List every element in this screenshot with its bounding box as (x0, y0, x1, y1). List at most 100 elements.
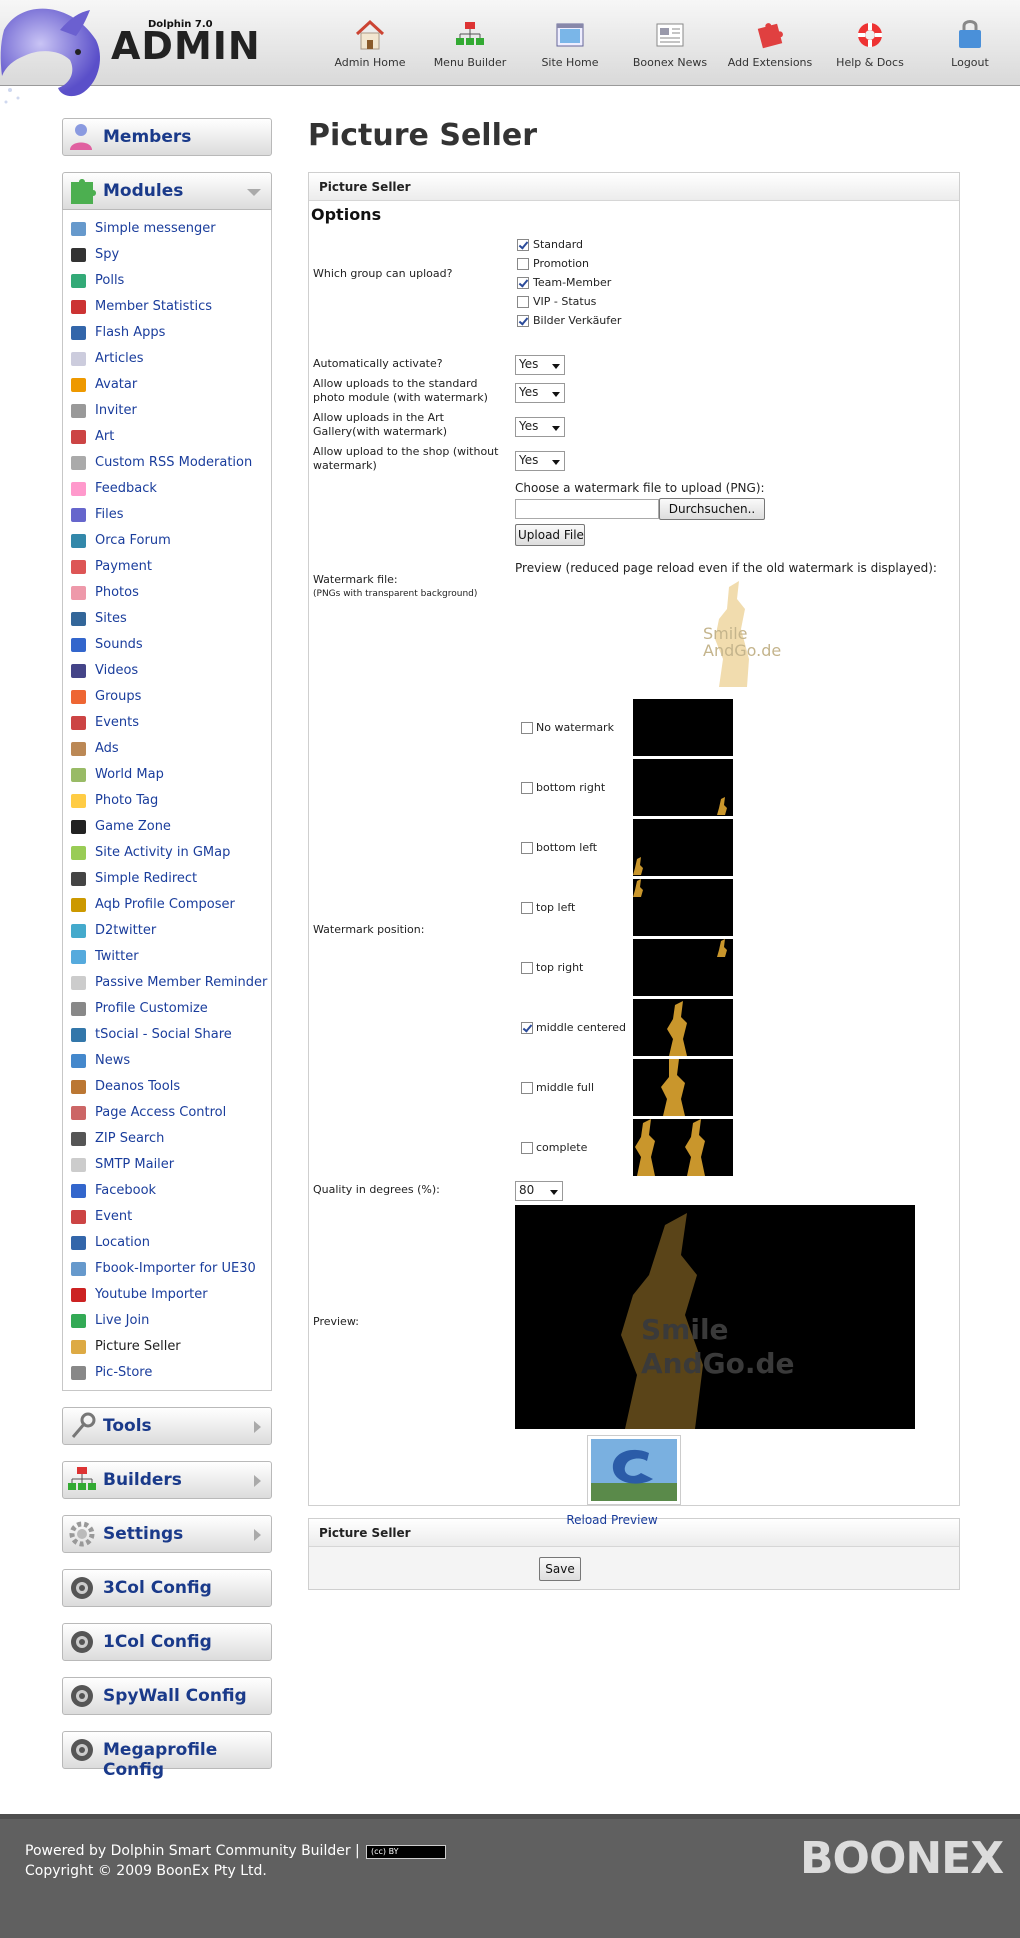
reload-preview-image[interactable] (587, 1435, 681, 1505)
sidebar-megaprofile-config[interactable]: Megaprofile Config (62, 1731, 272, 1780)
nav-help-docs[interactable]: Help & Docs (820, 18, 920, 69)
module-item-youtube-importer[interactable]: Youtube Importer (63, 1282, 271, 1308)
auto-activate-select[interactable]: Yes (515, 355, 565, 375)
sidebar-1col-config[interactable]: 1Col Config (62, 1623, 272, 1661)
module-item-facebook[interactable]: Facebook (63, 1178, 271, 1204)
module-item-photo-tag[interactable]: Photo Tag (63, 788, 271, 814)
module-item-polls[interactable]: Polls (63, 268, 271, 294)
checkbox[interactable] (521, 902, 533, 914)
sidebar-tools[interactable]: Tools (62, 1407, 272, 1445)
module-item-news[interactable]: News (63, 1048, 271, 1074)
group-option-4[interactable]: Bilder Verkäufer (517, 311, 621, 330)
nav-add-extensions[interactable]: Add Extensions (720, 18, 820, 69)
module-item-payment[interactable]: Payment (63, 554, 271, 580)
module-item-profile-customize[interactable]: Profile Customize (63, 996, 271, 1022)
position-choice[interactable]: middle full (521, 1081, 594, 1094)
checkbox[interactable] (521, 722, 533, 734)
upload-file-button[interactable]: Upload File (515, 524, 585, 546)
checkbox[interactable] (517, 315, 529, 327)
module-item-location[interactable]: Location (63, 1230, 271, 1256)
checkbox[interactable] (521, 782, 533, 794)
module-item-art[interactable]: Art (63, 424, 271, 450)
save-button[interactable]: Save (539, 1557, 581, 1581)
position-choice[interactable]: bottom left (521, 841, 597, 854)
module-item-avatar[interactable]: Avatar (63, 372, 271, 398)
checkbox[interactable] (517, 296, 529, 308)
module-item-feedback[interactable]: Feedback (63, 476, 271, 502)
quality-select[interactable]: 80 (515, 1181, 563, 1201)
boonex-logo[interactable]: BOONEX (800, 1833, 1004, 1884)
module-item-live-join[interactable]: Live Join (63, 1308, 271, 1334)
sidebar-builders[interactable]: Builders (62, 1461, 272, 1499)
module-item-sounds[interactable]: Sounds (63, 632, 271, 658)
position-choice[interactable]: bottom right (521, 781, 605, 794)
checkbox[interactable] (517, 258, 529, 270)
module-item-fbook-importer-for-ue30[interactable]: Fbook-Importer for UE30 (63, 1256, 271, 1282)
sidebar-modules-header[interactable]: Modules (62, 172, 272, 210)
checkbox[interactable] (521, 842, 533, 854)
checkbox[interactable] (521, 1082, 533, 1094)
nav-site-home[interactable]: Site Home (520, 18, 620, 69)
module-item-page-access-control[interactable]: Page Access Control (63, 1100, 271, 1126)
module-item-ads[interactable]: Ads (63, 736, 271, 762)
browse-button[interactable]: Durchsuchen.. (659, 498, 765, 520)
module-item-smtp-mailer[interactable]: SMTP Mailer (63, 1152, 271, 1178)
sidebar-spywall-config[interactable]: SpyWall Config (62, 1677, 272, 1715)
module-item-articles[interactable]: Articles (63, 346, 271, 372)
module-item-site-activity-in-gmap[interactable]: Site Activity in GMap (63, 840, 271, 866)
module-item-picture-seller[interactable]: Picture Seller (63, 1334, 271, 1360)
module-item-events[interactable]: Events (63, 710, 271, 736)
position-choice[interactable]: top right (521, 961, 583, 974)
std-photo-select[interactable]: Yes (515, 383, 565, 403)
checkbox[interactable] (517, 239, 529, 251)
module-item-event[interactable]: Event (63, 1204, 271, 1230)
module-item-inviter[interactable]: Inviter (63, 398, 271, 424)
group-option-2[interactable]: Team-Member (517, 273, 611, 292)
group-option-3[interactable]: VIP - Status (517, 292, 596, 311)
nav-menu-builder[interactable]: Menu Builder (420, 18, 520, 69)
module-item-game-zone[interactable]: Game Zone (63, 814, 271, 840)
nav-boonex-news[interactable]: Boonex News (620, 18, 720, 69)
position-choice[interactable]: complete (521, 1141, 587, 1154)
nav-logout[interactable]: Logout (920, 18, 1020, 69)
module-item-aqb-profile-composer[interactable]: Aqb Profile Composer (63, 892, 271, 918)
module-item-d2twitter[interactable]: D2twitter (63, 918, 271, 944)
module-item-twitter[interactable]: Twitter (63, 944, 271, 970)
module-item-videos[interactable]: Videos (63, 658, 271, 684)
module-item-photos[interactable]: Photos (63, 580, 271, 606)
sidebar-settings[interactable]: Settings (62, 1515, 272, 1553)
reload-preview-link[interactable]: Reload Preview (537, 1513, 687, 1527)
module-item-deanos-tools[interactable]: Deanos Tools (63, 1074, 271, 1100)
group-option-0[interactable]: Standard (517, 235, 583, 254)
art-gallery-select[interactable]: Yes (515, 417, 565, 437)
module-item-spy[interactable]: Spy (63, 242, 271, 268)
module-item-groups[interactable]: Groups (63, 684, 271, 710)
sidebar-members[interactable]: Members (62, 118, 272, 156)
module-item-orca-forum[interactable]: Orca Forum (63, 528, 271, 554)
module-item-member-statistics[interactable]: Member Statistics (63, 294, 271, 320)
cc-license-badge[interactable]: (cc) BY (366, 1845, 446, 1859)
shop-select[interactable]: Yes (515, 451, 565, 471)
checkbox[interactable] (521, 1142, 533, 1154)
module-item-simple-redirect[interactable]: Simple Redirect (63, 866, 271, 892)
checkbox[interactable] (521, 962, 533, 974)
module-item-pic-store[interactable]: Pic-Store (63, 1360, 271, 1386)
module-item-files[interactable]: Files (63, 502, 271, 528)
module-item-zip-search[interactable]: ZIP Search (63, 1126, 271, 1152)
group-option-1[interactable]: Promotion (517, 254, 589, 273)
module-item-sites[interactable]: Sites (63, 606, 271, 632)
module-item-flash-apps[interactable]: Flash Apps (63, 320, 271, 346)
module-item-simple-messenger[interactable]: Simple messenger (63, 216, 271, 242)
checkbox[interactable] (521, 1022, 533, 1034)
nav-admin-home[interactable]: Admin Home (320, 18, 420, 69)
module-item-custom-rss-moderation[interactable]: Custom RSS Moderation (63, 450, 271, 476)
module-item-passive-member-reminder[interactable]: Passive Member Reminder (63, 970, 271, 996)
module-item-world-map[interactable]: World Map (63, 762, 271, 788)
module-item-tsocial-social-share[interactable]: tSocial - Social Share (63, 1022, 271, 1048)
position-choice[interactable]: top left (521, 901, 575, 914)
sidebar-3col-config[interactable]: 3Col Config (62, 1569, 272, 1607)
checkbox[interactable] (517, 277, 529, 289)
position-choice[interactable]: middle centered (521, 1021, 626, 1034)
position-choice[interactable]: No watermark (521, 721, 614, 734)
watermark-file-input[interactable] (515, 499, 659, 519)
